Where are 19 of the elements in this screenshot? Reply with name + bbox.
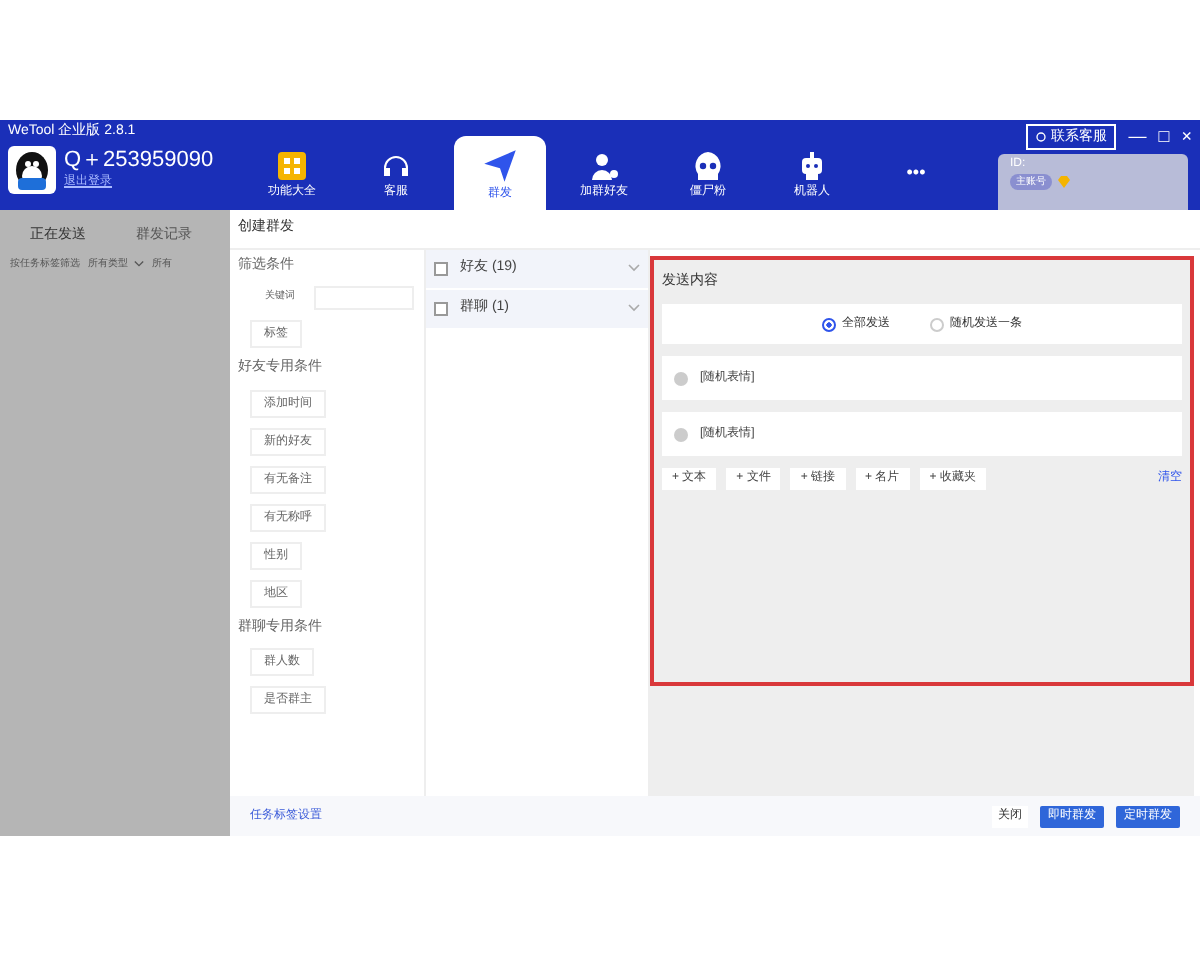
chevron-icon: [628, 264, 640, 272]
skull-icon: [692, 149, 724, 181]
checkbox[interactable]: [434, 261, 448, 275]
account-name: Q＋253959090: [64, 148, 214, 174]
send-icon: [482, 147, 518, 183]
maximize-button[interactable]: □: [1158, 128, 1170, 146]
checkbox[interactable]: [434, 301, 448, 315]
close-button[interactable]: ×: [1181, 128, 1192, 146]
robot-icon: [796, 149, 828, 181]
grid-icon: [276, 149, 308, 181]
circle-icon: [1036, 132, 1047, 142]
chevron-icon: [134, 260, 144, 269]
penguin-avatar-icon: [8, 145, 56, 194]
chevron-icon: [628, 304, 640, 312]
diamond-icon: [1058, 175, 1070, 187]
user-icon: [588, 149, 620, 181]
minimize-button[interactable]: —: [1128, 128, 1147, 146]
nav-tab[interactable]: •••: [870, 136, 962, 210]
radio[interactable]: [822, 317, 836, 331]
